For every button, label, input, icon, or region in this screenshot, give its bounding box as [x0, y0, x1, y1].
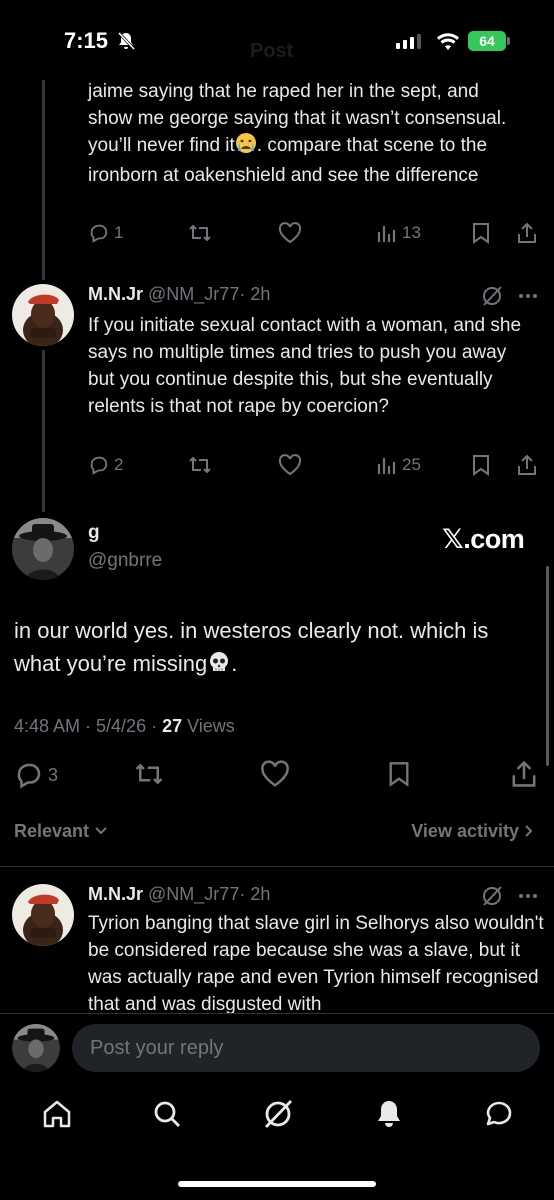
home-indicator	[178, 1181, 376, 1187]
battery-cap	[507, 37, 510, 45]
heart-icon	[261, 760, 289, 787]
divider	[0, 866, 554, 867]
grok-icon[interactable]	[481, 885, 503, 907]
views-icon	[377, 226, 396, 242]
heart-icon	[278, 222, 302, 244]
post-time: · 2h	[239, 884, 271, 904]
display-name[interactable]: M.N.Jr	[88, 884, 143, 904]
reply-count: 3	[48, 764, 59, 785]
avatar[interactable]	[12, 284, 74, 346]
views-count: 27	[162, 716, 183, 736]
like-button[interactable]	[260, 760, 290, 788]
share-button[interactable]	[510, 760, 538, 788]
reply-icon	[90, 224, 108, 243]
bookmark-icon	[473, 455, 489, 476]
share-icon	[518, 454, 536, 475]
divider	[0, 1013, 554, 1014]
repost-button[interactable]	[134, 760, 164, 788]
heart-icon	[278, 454, 302, 476]
chevron-down-icon	[95, 827, 107, 835]
views-count: 25	[402, 455, 421, 474]
notifications-icon[interactable]	[373, 1098, 405, 1130]
cellular-signal-icon	[396, 34, 421, 49]
status-bar: 7:15 Post 64	[0, 0, 554, 80]
reply-text: Tyrion banging that slave girl in Selhor…	[88, 913, 544, 1015]
more-options-icon[interactable]	[518, 293, 538, 299]
views-button[interactable]: 13	[376, 222, 421, 244]
reply-count: 2	[114, 455, 124, 474]
avatar[interactable]	[12, 518, 74, 580]
repost-icon	[135, 763, 163, 785]
crying-face-icon	[235, 132, 257, 162]
repost-icon	[189, 456, 211, 474]
reply-input[interactable]: Post your reply	[72, 1024, 540, 1072]
bell-muted-icon	[117, 31, 136, 51]
skull-icon	[207, 650, 231, 683]
repost-icon	[189, 224, 211, 242]
thread-line	[42, 350, 45, 512]
reply-count: 1	[114, 223, 124, 242]
post-text: in our world yes. in westeros clearly no…	[14, 614, 534, 683]
user-handle[interactable]: @NM_Jr77	[148, 284, 239, 304]
repost-button[interactable]	[188, 454, 212, 476]
bookmark-icon	[389, 762, 409, 787]
tweet-actions: 1 13	[88, 222, 540, 252]
header-title: Post	[250, 40, 294, 62]
thread-line	[42, 80, 45, 280]
display-name[interactable]: g	[88, 522, 100, 544]
grok-icon[interactable]	[481, 285, 503, 307]
like-button[interactable]	[278, 222, 302, 244]
wifi-icon	[437, 33, 459, 50]
user-handle[interactable]: @NM_Jr77	[148, 884, 239, 904]
reply-text: If you initiate sexual contact with a wo…	[88, 315, 522, 417]
view-activity-link[interactable]: View activity	[411, 821, 534, 842]
share-button[interactable]	[516, 222, 538, 244]
sort-label: Relevant	[14, 821, 90, 841]
chevron-right-icon	[525, 825, 533, 837]
messages-icon[interactable]	[483, 1098, 515, 1130]
reply-text: jaime saying that he raped her in the se…	[88, 81, 507, 186]
sort-dropdown[interactable]: Relevant	[14, 821, 108, 842]
share-icon	[518, 222, 536, 243]
own-avatar[interactable]	[12, 1024, 60, 1072]
tweet-header: M.N.Jr @NM_Jr77· 2h	[88, 284, 270, 305]
tweet-header: M.N.Jr @NM_Jr77· 2h	[88, 884, 270, 905]
search-icon[interactable]	[151, 1098, 183, 1130]
post-time: · 2h	[239, 284, 271, 304]
display-name[interactable]: M.N.Jr	[88, 284, 143, 304]
scrollbar[interactable]	[546, 566, 549, 766]
post-timestamp: 4:48 AM · 5/4/26 ·	[14, 716, 163, 736]
reply-button[interactable]: 3	[14, 760, 58, 790]
reply-icon	[90, 456, 108, 475]
avatar[interactable]	[12, 884, 74, 946]
bookmark-button[interactable]	[386, 760, 412, 788]
views-count: 13	[402, 223, 421, 242]
status-time: 7:15	[64, 28, 109, 53]
share-button[interactable]	[516, 454, 538, 476]
battery-indicator: 64	[468, 31, 506, 51]
post-meta: 4:48 AM · 5/4/26 · 27 Views	[14, 716, 235, 737]
bookmark-icon	[473, 223, 489, 244]
repost-button[interactable]	[188, 222, 212, 244]
view-activity-label: View activity	[411, 821, 519, 841]
reply-button[interactable]: 1	[88, 222, 123, 244]
grok-tab-icon[interactable]	[262, 1098, 294, 1130]
views-button[interactable]: 25	[376, 454, 421, 476]
more-options-icon[interactable]	[518, 893, 538, 899]
home-icon[interactable]	[41, 1098, 73, 1130]
views-icon	[377, 458, 396, 474]
post-actions: 3	[14, 760, 540, 790]
views-label: Views	[182, 716, 235, 736]
x-watermark: 𝕏.com	[442, 524, 525, 554]
reply-icon	[17, 763, 41, 789]
user-handle[interactable]: @gnbrre	[88, 550, 162, 572]
reply-button[interactable]: 2	[88, 454, 123, 476]
tweet-actions: 2 25	[88, 454, 540, 484]
bookmark-button[interactable]	[470, 222, 492, 244]
like-button[interactable]	[278, 454, 302, 476]
share-icon	[512, 760, 536, 787]
bookmark-button[interactable]	[470, 454, 492, 476]
